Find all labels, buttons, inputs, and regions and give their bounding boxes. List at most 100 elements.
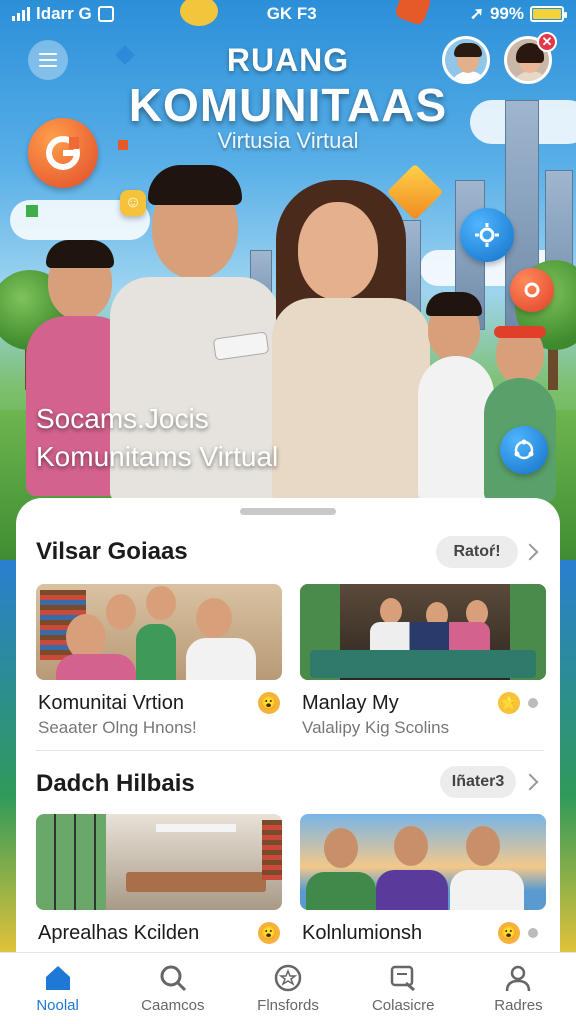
more-dot-icon[interactable]: [528, 928, 538, 938]
battery-icon: [530, 6, 567, 22]
app-screen: ☺ ldarr G GK F3 ➚ 99% ✕ RUANG KOMUNITAAS…: [0, 0, 576, 1024]
location-arrow-icon: ➚: [469, 4, 484, 23]
status-bar: ldarr G GK F3 ➚ 99%: [0, 0, 576, 28]
card-thumbnail: [300, 814, 546, 910]
card-subtitle: Seaater Olng Hnons!: [38, 718, 197, 737]
settings-bubble-icon: [460, 208, 514, 262]
person-head: [196, 598, 232, 638]
signal-icon: [12, 7, 30, 21]
avatar-man[interactable]: [442, 36, 490, 84]
person-woman-center: [262, 180, 432, 503]
card-title: Komunitai Vrtion: [38, 692, 184, 714]
section-title: Vilsar Goiaas: [36, 538, 188, 565]
person-head: [146, 586, 176, 620]
edit-icon: [390, 965, 416, 992]
card-thumbnail: [36, 584, 282, 680]
community-card[interactable]: Manlay My ⭐ Valalipy Kig Scolins: [300, 584, 546, 744]
tab-messages[interactable]: Colasicre: [346, 953, 461, 1024]
status-center-label: GK F3: [266, 4, 317, 23]
hero-title-line2: KOMUNITAAS: [128, 79, 448, 131]
chevron-right-icon[interactable]: [521, 773, 539, 791]
person-shirt: [56, 654, 136, 680]
cube-icon: [26, 205, 38, 217]
shirt: [418, 356, 494, 502]
notification-badge[interactable]: ✕: [537, 32, 557, 52]
card-thumbnail: [36, 814, 282, 910]
card-title: Kolnlumionsh: [302, 922, 423, 944]
badge-icon: [274, 964, 302, 992]
battery-fill: [533, 9, 561, 19]
people-shirts: [370, 622, 490, 650]
drag-handle[interactable]: [240, 508, 336, 515]
card-title-suffix: Kcilden: [133, 922, 200, 944]
office-window: [36, 814, 106, 910]
hero-banner: ☺ ldarr G GK F3 ➚ 99% ✕ RUANG KOMUNITAAS…: [0, 0, 576, 560]
star-icon[interactable]: ⭐: [498, 692, 520, 714]
profile-icon: [506, 965, 531, 992]
tab-friends[interactable]: Flnsfords: [230, 953, 345, 1024]
community-card[interactable]: Komunitai Vrtion 😮 Seaater Olng Hnons!: [36, 584, 282, 744]
hero-caption-line2: Komunitams Virtual: [36, 441, 279, 472]
content-sheet[interactable]: Vilsar Goiaas Ratoŕ! Komunitai Vrtion 😮 …: [16, 498, 560, 968]
person-head: [380, 598, 402, 624]
person-shirt: [136, 624, 176, 680]
tab-label: Radres: [494, 997, 543, 1014]
reaction-emoji-icon[interactable]: 😮: [498, 922, 520, 944]
person-shirt: [186, 638, 256, 680]
community-card[interactable]: Aprealhas Kcilden 😮: [36, 814, 282, 968]
side-gradient-right: [560, 560, 576, 952]
tab-label: Colasicre: [371, 997, 435, 1014]
search-icon: [160, 965, 186, 992]
shirt: [272, 298, 430, 503]
tab-label: Noolal: [36, 997, 79, 1014]
menu-button[interactable]: [28, 40, 68, 80]
hero-title-line3: Virtusia Virtual: [217, 128, 359, 153]
reaction-emoji-icon[interactable]: 😮: [258, 922, 280, 944]
bookshelf: [262, 820, 282, 880]
section-divider: [36, 750, 544, 751]
person-boy-right: [418, 292, 494, 502]
person-shirt: [376, 870, 448, 910]
see-all-button[interactable]: Ratoŕ!: [436, 536, 518, 568]
card-subtitle: Valalipy Kig Scolins: [302, 718, 450, 737]
carrier-label: ldarr G: [36, 4, 92, 23]
person-head: [394, 826, 428, 866]
meeting-table: [126, 872, 266, 892]
section-title: Dadch Hilbais: [36, 770, 195, 797]
card-thumbnail: [300, 584, 546, 680]
card-title-text: Aprealhas: [38, 922, 129, 944]
share-bubble-icon[interactable]: [500, 426, 548, 474]
bottom-tab-bar: Noolal Caamcos Flnsfords Colasicre Radre…: [0, 952, 576, 1024]
tab-label: Caamcos: [141, 997, 205, 1014]
head: [298, 202, 378, 300]
hero-caption-line1: Socams.Jocis: [36, 403, 209, 434]
more-dot-icon[interactable]: [528, 698, 538, 708]
hero-caption: Socams.Jocis Komunitams Virtual: [36, 400, 278, 476]
chevron-right-icon[interactable]: [521, 543, 539, 561]
reaction-emoji-icon[interactable]: 😮: [258, 692, 280, 714]
headband: [494, 326, 546, 338]
hair: [426, 292, 482, 316]
person-head: [324, 828, 358, 868]
home-icon: [45, 966, 70, 990]
side-gradient-left: [0, 560, 16, 952]
person-head: [466, 826, 500, 866]
hair: [148, 165, 242, 205]
hair: [46, 240, 114, 268]
tab-profile[interactable]: Radres: [461, 953, 576, 1024]
person-shirt: [306, 872, 376, 910]
card-title: Aprealhas Kcilden: [38, 922, 199, 945]
battery-percent: 99%: [489, 4, 524, 23]
bluetooth-icon: [97, 6, 114, 22]
tab-home[interactable]: Noolal: [0, 953, 115, 1024]
tab-search[interactable]: Caamcos: [115, 953, 230, 1024]
person-head: [106, 594, 136, 630]
see-all-button[interactable]: Iñater3: [440, 766, 516, 798]
pin-bubble-icon: [510, 268, 554, 312]
card-title: Manlay My: [302, 692, 399, 714]
community-card[interactable]: Kolnlumionsh 😮: [300, 814, 546, 968]
tab-label: Flnsfords: [257, 997, 319, 1014]
person-boy-far-right: [484, 318, 556, 502]
pool-table: [310, 650, 536, 678]
person-shirt: [450, 870, 524, 910]
